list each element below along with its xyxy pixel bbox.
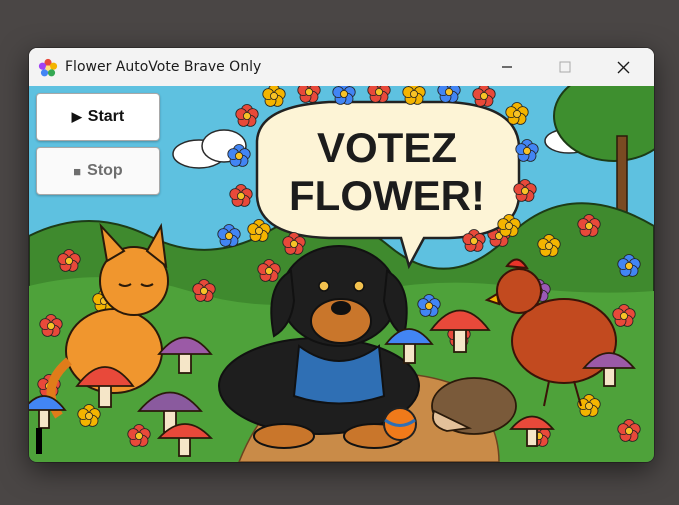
minimize-icon (502, 66, 512, 68)
start-button[interactable]: ▶ Start (36, 93, 160, 141)
poster-headline-1: VOTEZ (317, 124, 457, 171)
stop-icon: ■ (73, 163, 82, 179)
maximize-button[interactable] (536, 48, 594, 86)
title-bar[interactable]: Flower AutoVote Brave Only (29, 48, 654, 86)
window-title: Flower AutoVote Brave Only (65, 59, 262, 75)
close-icon (617, 61, 629, 73)
close-button[interactable] (594, 48, 652, 86)
play-icon: ▶ (71, 109, 82, 124)
minimize-button[interactable] (478, 48, 536, 86)
poster-headline-2: FLOWER! (289, 172, 485, 219)
maximize-icon (559, 61, 571, 73)
stop-button-label: Stop (87, 162, 123, 179)
stop-button[interactable]: ■ Stop (36, 147, 160, 195)
app-window: Flower AutoVote Brave Only VOTEZ FLOWER!… (29, 48, 654, 462)
start-button-label: Start (87, 108, 125, 125)
text-cursor-bar (36, 428, 42, 454)
poster-canvas: VOTEZ FLOWER! ▶ Start ■ Stop (29, 86, 654, 462)
votez-flower-poster: VOTEZ FLOWER! (29, 86, 654, 462)
flower-app-icon (38, 58, 58, 77)
